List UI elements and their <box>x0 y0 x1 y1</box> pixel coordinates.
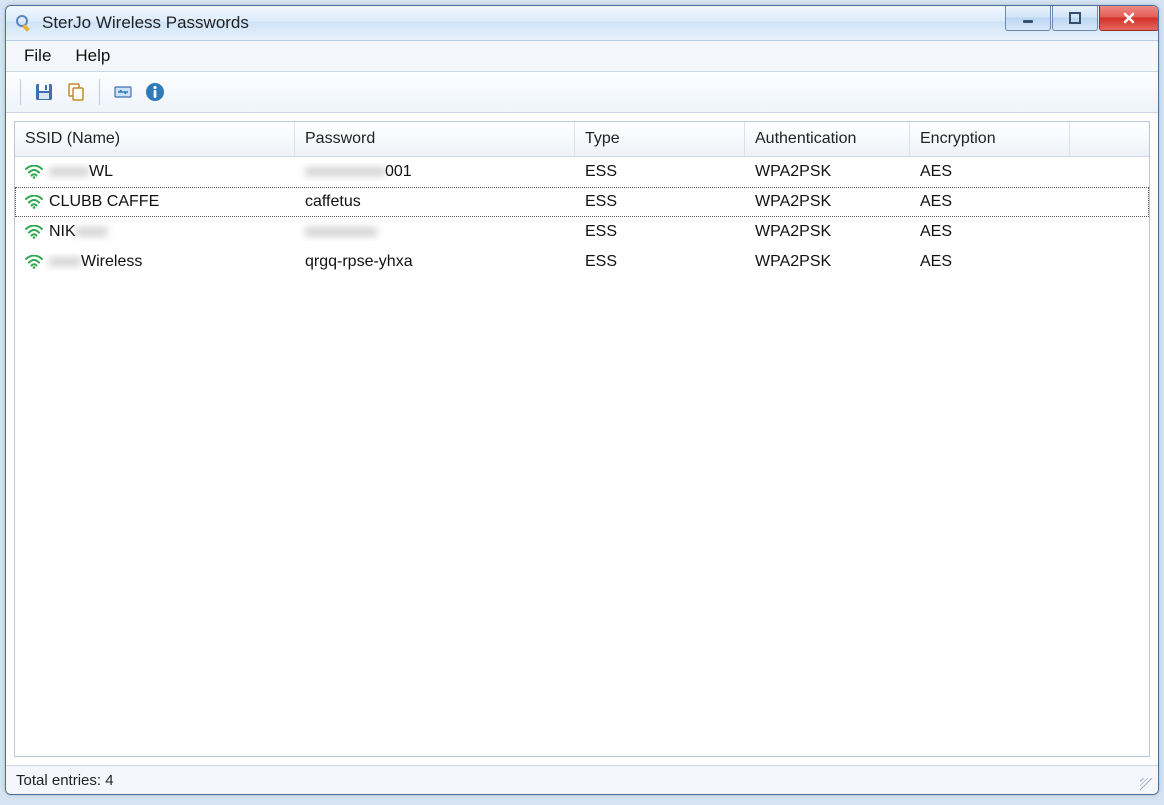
cell-encryption: AES <box>910 253 1070 271</box>
table-row[interactable]: xxxxxWLxxxxxxxxxx001ESSWPA2PSKAES <box>15 157 1149 187</box>
wifi-icon <box>25 225 43 239</box>
info-icon <box>144 81 166 103</box>
maximize-button[interactable] <box>1052 5 1098 31</box>
cell-encryption: AES <box>910 163 1070 181</box>
cell-type: ESS <box>575 253 745 271</box>
menu-help[interactable]: Help <box>63 41 122 71</box>
window-controls <box>1005 6 1158 40</box>
table-row[interactable]: NIKxxxxxxxxxxxxxESSWPA2PSKAES <box>15 217 1149 247</box>
window-title: SterJo Wireless Passwords <box>42 13 249 33</box>
app-icon <box>14 13 34 33</box>
column-header-encryption[interactable]: Encryption <box>910 122 1070 156</box>
cell-password: xxxxxxxxx <box>295 223 575 241</box>
wifi-icon <box>25 255 43 269</box>
wifi-icon <box>25 195 43 209</box>
column-header-password[interactable]: Password <box>295 122 575 156</box>
listview: SSID (Name) Password Type Authentication… <box>14 121 1150 757</box>
toolbar-separator <box>99 79 100 105</box>
close-button[interactable] <box>1099 5 1159 31</box>
listview-body[interactable]: xxxxxWLxxxxxxxxxx001ESSWPA2PSKAESCLUBB C… <box>15 157 1149 756</box>
titlebar: SterJo Wireless Passwords <box>6 6 1158 41</box>
copy-icon <box>65 81 87 103</box>
cell-password: qrgq-rpse-yhxa <box>295 253 575 271</box>
close-icon <box>1122 11 1136 25</box>
minimize-icon <box>1021 11 1035 25</box>
about-button[interactable] <box>140 77 170 107</box>
resize-grip[interactable] <box>1140 778 1154 792</box>
refresh-icon <box>112 81 134 103</box>
cell-type: ESS <box>575 223 745 241</box>
cell-encryption: AES <box>910 223 1070 241</box>
cell-password: xxxxxxxxxx001 <box>295 163 575 181</box>
table-row[interactable]: xxxxWirelessqrgq-rpse-yhxaESSWPA2PSKAES <box>15 247 1149 277</box>
cell-authentication: WPA2PSK <box>745 193 910 211</box>
column-header-authentication[interactable]: Authentication <box>745 122 910 156</box>
cell-ssid: xxxxxWL <box>15 163 295 181</box>
minimize-button[interactable] <box>1005 5 1051 31</box>
save-button[interactable] <box>29 77 59 107</box>
wifi-icon <box>25 165 43 179</box>
maximize-icon <box>1068 11 1082 25</box>
cell-authentication: WPA2PSK <box>745 163 910 181</box>
table-row[interactable]: CLUBB CAFFEcaffetusESSWPA2PSKAES <box>15 187 1149 217</box>
cell-type: ESS <box>575 193 745 211</box>
toolbar-separator <box>20 79 21 105</box>
cell-encryption: AES <box>910 193 1070 211</box>
statusbar: Total entries: 4 <box>6 765 1158 794</box>
copy-button[interactable] <box>61 77 91 107</box>
cell-ssid: CLUBB CAFFE <box>15 193 295 211</box>
app-window: SterJo Wireless Passwords File Help <box>5 5 1159 795</box>
refresh-button[interactable] <box>108 77 138 107</box>
status-text: Total entries: 4 <box>16 772 114 789</box>
cell-authentication: WPA2PSK <box>745 223 910 241</box>
save-icon <box>33 81 55 103</box>
menu-file[interactable]: File <box>12 41 63 71</box>
listview-header: SSID (Name) Password Type Authentication… <box>15 122 1149 157</box>
column-header-ssid[interactable]: SSID (Name) <box>15 122 295 156</box>
cell-ssid: xxxxWireless <box>15 253 295 271</box>
cell-ssid: NIKxxxx <box>15 223 295 241</box>
cell-password: caffetus <box>295 193 575 211</box>
toolbar <box>6 72 1158 113</box>
cell-authentication: WPA2PSK <box>745 253 910 271</box>
menubar: File Help <box>6 41 1158 72</box>
column-header-type[interactable]: Type <box>575 122 745 156</box>
cell-type: ESS <box>575 163 745 181</box>
